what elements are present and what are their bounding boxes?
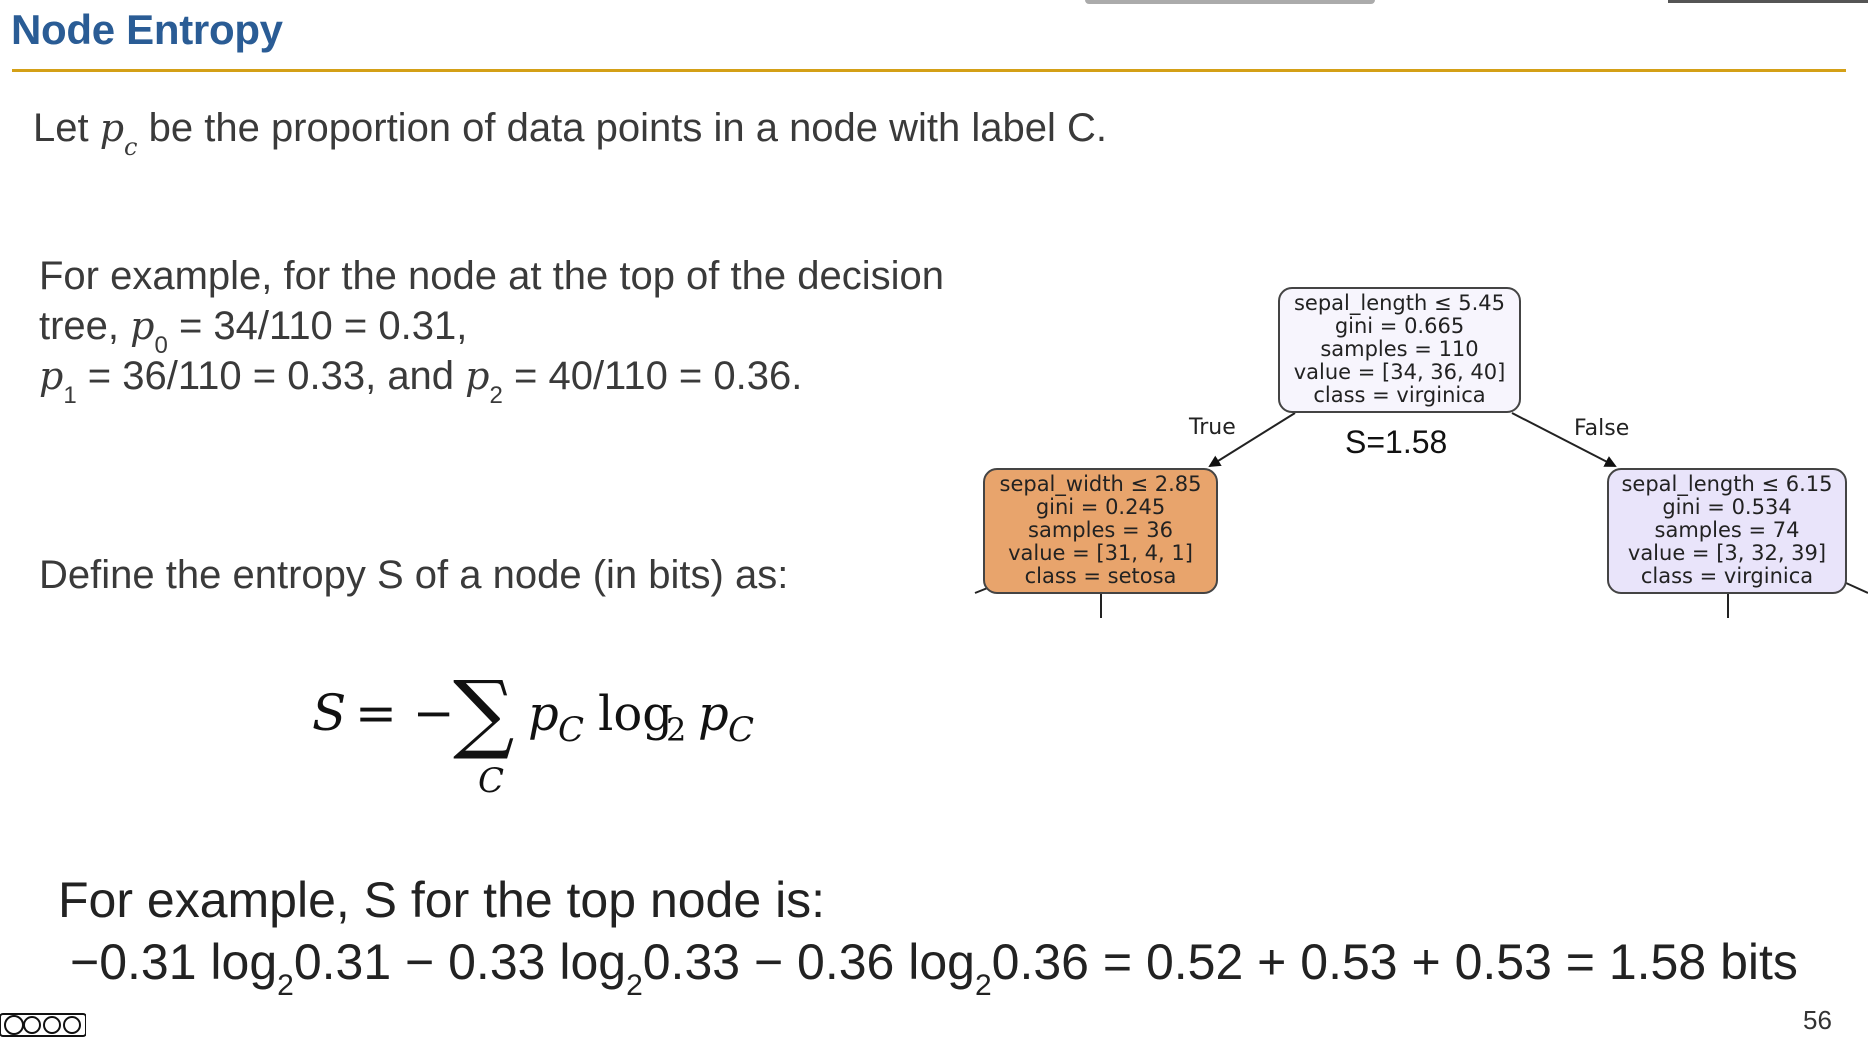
page-title: Node Entropy	[11, 6, 283, 53]
right-line-value: value = [3, 32, 39]	[1627, 541, 1827, 565]
root-entropy-label: S=1.58	[1345, 424, 1448, 460]
example-line-2: tree, p0 = 34/110 = 0.31,	[39, 304, 467, 360]
example-line-2-prefix: tree,	[39, 304, 131, 348]
tree-node-right: sepal_length ≤ 6.15 gini = 0.534 samples…	[1607, 468, 1847, 594]
formula-log-base: 2	[666, 711, 686, 749]
example-line-3-suffix: = 40/110 = 0.36.	[502, 354, 803, 398]
right-line-gini: gini = 0.534	[1662, 495, 1792, 519]
p1-var: p	[39, 354, 64, 398]
formula-p2: p	[698, 686, 729, 742]
page-number: 56	[1803, 1005, 1832, 1035]
computation-term-2: 0.31 − 0.33 log	[293, 934, 627, 990]
define-entropy-text: Define the entropy S of a node (in bits)…	[39, 553, 789, 597]
p0-var: p	[130, 304, 155, 348]
right-line-samples: samples = 74	[1654, 518, 1800, 542]
computation-log-base-1: 2	[277, 969, 294, 1002]
computation-term-1: −0.31 log	[70, 934, 278, 990]
formula-equals-minus: = −	[355, 684, 455, 742]
intro-var: p	[99, 106, 125, 150]
summation-symbol: ∑	[453, 663, 514, 763]
root-line-samples: samples = 110	[1320, 337, 1479, 361]
computation-log-base-2: 2	[626, 969, 643, 1002]
top-edge-decoration	[1085, 0, 1375, 4]
formula-p1: p	[528, 686, 559, 742]
intro-suffix: be the proportion of data points in a no…	[137, 106, 1108, 150]
formula-lhs: S	[312, 684, 346, 742]
root-line-gini: gini = 0.665	[1334, 314, 1465, 338]
formula-p2-sub: C	[728, 710, 754, 750]
formula-log: log	[598, 686, 673, 742]
p2-var: p	[465, 354, 490, 398]
left-line-samples: samples = 36	[1028, 518, 1173, 542]
left-line-gini: gini = 0.245	[1035, 495, 1166, 519]
example-line-3: p1 = 36/110 = 0.33, and p2 = 40/110 = 0.…	[39, 354, 802, 410]
example-line-1: For example, for the node at the top of …	[39, 254, 944, 298]
bottom-example-heading: For example, S for the top node is:	[58, 872, 826, 928]
root-line-value: value = [34, 36, 40]	[1293, 360, 1506, 384]
p1-sub: 1	[63, 382, 77, 409]
edge-stub-right-right	[1845, 582, 1868, 594]
top-edge-decoration-right	[1668, 0, 1868, 3]
bottom-example-computation: −0.31 log20.31 − 0.33 log20.33 − 0.36 lo…	[70, 933, 1798, 1003]
tree-node-left: sepal_width ≤ 2.85 gini = 0.245 samples …	[983, 468, 1218, 594]
root-line-class: class = virginica	[1313, 383, 1486, 407]
tree-node-root: sepal_length ≤ 5.45 gini = 0.665 samples…	[1278, 287, 1521, 413]
summation-index: C	[478, 761, 504, 801]
example-line-2-suffix: = 34/110 = 0.31,	[167, 304, 468, 348]
computation-result: 0.36 = 0.52 + 0.53 + 0.53 = 1.58 bits	[991, 934, 1798, 990]
entropy-formula: S = − ∑ C p C log 2 p C	[300, 650, 780, 820]
right-line-class: class = virginica	[1640, 564, 1814, 588]
title-underline	[12, 69, 1846, 72]
left-line-value: value = [31, 4, 1]	[1008, 541, 1193, 565]
computation-term-3: 0.33 − 0.36 log	[642, 934, 975, 990]
left-line-class: class = setosa	[1024, 564, 1177, 588]
edge-label-true: True	[1189, 415, 1236, 440]
left-line-condition: sepal_width ≤ 2.85	[999, 472, 1202, 496]
intro-prefix: Let	[33, 106, 100, 150]
p2-sub: 2	[489, 382, 503, 409]
edge-label-false: False	[1574, 416, 1630, 441]
root-line-condition: sepal_length ≤ 5.45	[1293, 291, 1506, 315]
right-line-condition: sepal_length ≤ 6.15	[1621, 472, 1833, 496]
intro-text: Let pc be the proportion of data points …	[33, 106, 1107, 161]
example-line-3-mid: = 36/110 = 0.33, and	[76, 354, 466, 398]
formula-p1-sub: C	[558, 710, 584, 750]
creative-commons-license-icon	[0, 1013, 86, 1037]
computation-log-base-3: 2	[974, 969, 992, 1002]
intro-sub: c	[124, 133, 138, 161]
